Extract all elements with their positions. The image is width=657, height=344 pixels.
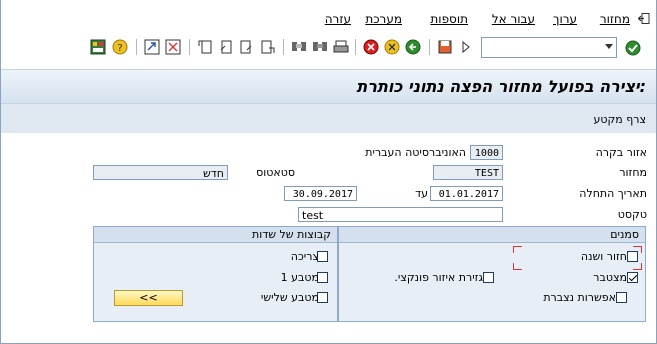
enter-check-icon[interactable] xyxy=(625,40,641,56)
to-date-label: עד xyxy=(415,187,428,200)
checkbox-label: גזירת איזור פונקצי. xyxy=(394,271,483,284)
status-field: חדש xyxy=(93,165,228,180)
menu-item-extras[interactable]: תוספות xyxy=(430,12,468,26)
checkbox-label: מטבע 1 xyxy=(280,271,319,284)
next-page-icon[interactable] xyxy=(239,39,255,55)
focus-corner xyxy=(633,263,642,270)
text-field[interactable]: test xyxy=(298,207,503,222)
focus-corner xyxy=(513,246,522,253)
control-area-field[interactable]: 1000 xyxy=(470,145,503,160)
exit-icon[interactable] xyxy=(638,13,650,24)
control-area-description: האוניברסיטה העברית xyxy=(365,146,466,159)
checkbox-repeat-and-change[interactable] xyxy=(627,251,638,262)
flags-group-title: סמנים xyxy=(610,228,639,241)
menu-item-help[interactable]: עזרה xyxy=(325,12,351,26)
checkbox-derive-functional-area[interactable] xyxy=(483,272,494,283)
title-bar: :יצירה בפועל מחזור הפצה נתוני כותרת xyxy=(1,69,656,104)
expand-button[interactable]: << xyxy=(114,290,183,306)
checkbox-label: חזור ושנה xyxy=(580,250,627,263)
svg-text:?: ? xyxy=(117,43,122,54)
first-page-icon[interactable] xyxy=(197,39,213,55)
field-groups-header: קבוצות של שדות xyxy=(94,227,337,243)
print-icon[interactable] xyxy=(333,39,349,55)
menu-item-system[interactable]: מערכת xyxy=(365,12,402,26)
standard-toolbar: ? xyxy=(1,33,656,60)
flags-group: סמנים חזור ושנה מצטבר גזירת איזור פונקצי… xyxy=(338,226,646,322)
find-next-icon[interactable] xyxy=(291,39,307,55)
menu-item-edit[interactable]: ערוך xyxy=(553,12,577,26)
customize-layout-icon[interactable] xyxy=(90,39,106,55)
cancel-icon[interactable] xyxy=(363,39,379,55)
menu-bar: מחזור ערוך עבור אל תוספות מערכת עזרה xyxy=(1,0,656,30)
create-session-icon[interactable] xyxy=(165,39,181,55)
cycle-field[interactable]: TEST xyxy=(433,165,503,180)
to-date-field[interactable]: 30.09.2017 xyxy=(284,186,357,201)
start-date-label: תאריך התחלה xyxy=(579,187,647,200)
attach-segment-button[interactable]: צרף מקטע xyxy=(593,113,646,126)
field-groups-title: קבוצות של שדות xyxy=(252,228,331,241)
save-icon[interactable] xyxy=(437,39,453,55)
page-title: :יצירה בפועל מחזור הפצה נתוני כותרת xyxy=(356,77,646,96)
cycle-label: מחזור xyxy=(619,166,647,179)
checkbox-cumulative[interactable] xyxy=(627,272,638,283)
application-toolbar: צרף מקטע xyxy=(1,104,656,133)
checkbox-label: צריכה xyxy=(290,250,319,263)
exit-circle-icon[interactable] xyxy=(384,39,400,55)
help-icon[interactable]: ? xyxy=(112,39,128,55)
last-page-icon[interactable] xyxy=(260,39,276,55)
chevron-down-icon[interactable] xyxy=(605,44,613,49)
checkbox-accumulated-option[interactable] xyxy=(616,292,627,303)
checkbox-label: מצטבר xyxy=(593,271,627,284)
shortcut-icon[interactable] xyxy=(144,39,160,55)
text-label: טקסט xyxy=(617,208,647,221)
status-label: סטאטוס xyxy=(256,166,295,179)
checkbox-label: מטבע שלישי xyxy=(260,291,319,304)
control-area-label: אזור בקרה xyxy=(595,146,647,159)
flags-group-header: סמנים xyxy=(339,227,645,243)
command-field[interactable] xyxy=(481,37,617,58)
collapse-arrow-icon[interactable] xyxy=(458,39,474,55)
checkbox-label: אפשרות נצברת xyxy=(543,291,616,304)
find-icon[interactable] xyxy=(312,39,328,55)
menu-item-cycle[interactable]: מחזור xyxy=(600,12,630,26)
focus-corner xyxy=(513,263,522,270)
previous-page-icon[interactable] xyxy=(218,39,234,55)
menu-item-goto[interactable]: עבור אל xyxy=(492,12,535,26)
back-icon[interactable] xyxy=(405,39,421,55)
start-date-field[interactable]: 01.01.2017 xyxy=(430,186,503,201)
field-groups-group: קבוצות של שדות צריכה מטבע 1 מטבע שלישי xyxy=(93,226,338,322)
